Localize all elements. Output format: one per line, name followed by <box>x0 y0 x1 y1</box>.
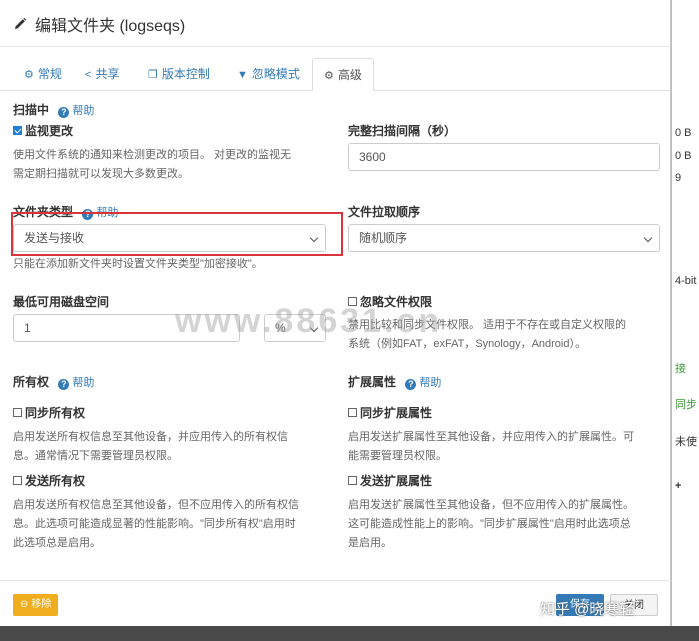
gear-icon: ⚙ <box>24 69 34 81</box>
bg-fragment: 未使 <box>675 436 697 448</box>
background-window: 0 B 0 B 9 4-bit 接 同步 未使 + <box>671 0 699 641</box>
send-ownership-label: 发送所有权 <box>25 474 86 488</box>
help-label: 帮助 <box>419 377 442 389</box>
help-link[interactable]: ? 帮助 <box>58 105 95 118</box>
tab-label: 忽略模式 <box>251 67 300 81</box>
ownership-label-text: 所有权 <box>13 375 50 389</box>
tab-versioning[interactable]: ❐ 版本控制 <box>137 58 221 90</box>
share-icon: < <box>85 69 92 81</box>
bottom-strip <box>0 626 699 641</box>
folder-type-note: 只能在添加新文件夹时设置文件夹类型"加密接收"。 <box>13 258 263 270</box>
remove-icon: ⊖ <box>20 599 29 610</box>
ownership-label: 所有权 ? 帮助 <box>13 373 94 390</box>
desc-line: 息。通常情况下需要管理员权限。 <box>13 450 178 462</box>
filter-icon: ▼ <box>237 69 248 81</box>
cogs-icon: ⚙ <box>324 70 334 82</box>
help-label: 帮助 <box>72 377 95 389</box>
checkbox-icon[interactable] <box>13 476 22 485</box>
watch-changes-description: 使用文件系统的通知来检测更改的项目。 对更改的监视无 需定期扫描就可以发现大多数… <box>13 146 291 184</box>
tab-general[interactable]: ⚙ 常规 <box>13 58 73 90</box>
pull-order-label: 文件拉取顺序 <box>348 205 421 219</box>
bg-fragment: 0 B <box>675 127 692 139</box>
send-ownership-description: 启用发送所有权信息至其他设备，但不应用传入的所有权信 息。此选项可能造成显著的性… <box>13 496 299 553</box>
send-xattrs-checkbox[interactable]: 发送扩展属性 <box>348 472 432 489</box>
bg-fragment: 接 <box>675 363 686 375</box>
attribution-watermark: 知乎 @晓寒轻 <box>540 601 635 618</box>
tab-label: 常规 <box>37 67 62 81</box>
desc-line: 是启用。 <box>348 537 392 549</box>
desc-line: 此选项总是启用。 <box>13 537 101 549</box>
bg-fragment: 同步 <box>675 399 697 411</box>
pencil-icon <box>15 17 27 29</box>
copy-icon: ❐ <box>148 69 158 81</box>
checkbox-icon[interactable] <box>348 476 357 485</box>
desc-line: 需定期扫描就可以发现大多数更改。 <box>13 168 189 180</box>
question-icon: ? <box>58 379 70 390</box>
bg-fragment: 9 <box>675 172 682 184</box>
watermark: www.88631.cn <box>175 302 443 340</box>
bg-fragment: 4-bit <box>675 275 697 287</box>
tab-label: 版本控制 <box>161 67 210 81</box>
min-disk-label: 最低可用磁盘空间 <box>13 295 110 309</box>
tab-label: 高级 <box>337 68 362 82</box>
bg-fragment: 0 B <box>675 150 692 162</box>
desc-line: 能需要管理员权限。 <box>348 450 447 462</box>
tab-bar: ⚙ 常规 < 共享 ❐ 版本控制 ▼ 忽略模式 ⚙ 高级 <box>0 58 671 91</box>
xattrs-label: 扩展属性 ? 帮助 <box>348 373 441 390</box>
checkbox-checked-icon[interactable] <box>13 126 22 135</box>
sync-ownership-label: 同步所有权 <box>25 406 86 420</box>
desc-line: 这可能造成性能上的影响。"同步扩展属性"启用时此选项总 <box>348 518 631 530</box>
sync-ownership-checkbox[interactable]: 同步所有权 <box>13 404 85 421</box>
remove-button[interactable]: ⊖ 移除 <box>13 594 59 616</box>
scanning-label-text: 扫描中 <box>13 103 50 117</box>
scanning-label: 扫描中 ? 帮助 <box>13 101 94 118</box>
tab-label: 共享 <box>95 67 120 81</box>
modal-title: 编辑文件夹 (logseqs) <box>13 12 185 36</box>
desc-line: 启用发送扩展属性至其他设备，但不应用传入的扩展属性。 <box>348 499 634 511</box>
tab-sharing[interactable]: < 共享 <box>74 58 130 90</box>
tab-ignore-patterns[interactable]: ▼ 忽略模式 <box>226 58 311 90</box>
modal-header: 编辑文件夹 (logseqs) <box>0 0 671 47</box>
checkbox-icon[interactable] <box>348 408 357 417</box>
tab-advanced[interactable]: ⚙ 高级 <box>312 58 374 91</box>
send-xattrs-label: 发送扩展属性 <box>360 474 433 488</box>
desc-line: 启用发送所有权信息至其他设备，但不应用传入的所有权信 <box>13 499 299 511</box>
watch-changes-label: 监视更改 <box>25 124 74 138</box>
pull-order-select[interactable]: 随机顺序 <box>348 224 660 252</box>
question-icon: ? <box>405 379 417 390</box>
help-link[interactable]: ? 帮助 <box>58 377 95 390</box>
desc-line: 使用文件系统的通知来检测更改的项目。 对更改的监视无 <box>13 149 292 161</box>
highlight-box <box>11 212 343 256</box>
sync-xattrs-description: 启用发送扩展属性至其他设备，并应用传入的扩展属性。可 能需要管理员权限。 <box>348 428 634 466</box>
desc-line: 启用发送所有权信息至其他设备，并应用传入的所有权信 <box>13 431 288 443</box>
watch-changes-checkbox[interactable]: 监视更改 <box>13 122 73 139</box>
send-xattrs-description: 启用发送扩展属性至其他设备，但不应用传入的扩展属性。 这可能造成性能上的影响。"… <box>348 496 634 553</box>
sync-ownership-description: 启用发送所有权信息至其他设备，并应用传入的所有权信 息。通常情况下需要管理员权限… <box>13 428 288 466</box>
desc-line: 启用发送扩展属性至其他设备，并应用传入的扩展属性。可 <box>348 431 634 443</box>
edit-folder-modal: 编辑文件夹 (logseqs) ⚙ 常规 < 共享 ❐ 版本控制 ▼ 忽略模式 ⚙ 高级 … <box>0 0 671 626</box>
modal-title-text: 编辑文件夹 (logseqs) <box>35 18 186 35</box>
help-link[interactable]: ? 帮助 <box>405 377 442 390</box>
xattrs-label-text: 扩展属性 <box>348 375 397 389</box>
bg-fragment: + <box>675 480 682 492</box>
full-rescan-interval-input[interactable]: 3600 <box>348 143 660 171</box>
question-icon: ? <box>58 107 70 118</box>
desc-line: 息。此选项可能造成显著的性能影响。"同步所有权"启用时 <box>13 518 296 530</box>
send-ownership-checkbox[interactable]: 发送所有权 <box>13 472 85 489</box>
full-rescan-label: 完整扫描间隔（秒） <box>348 124 457 138</box>
checkbox-icon[interactable] <box>13 408 22 417</box>
sync-xattrs-label: 同步扩展属性 <box>360 406 433 420</box>
help-label: 帮助 <box>72 105 95 117</box>
sync-xattrs-checkbox[interactable]: 同步扩展属性 <box>348 404 432 421</box>
remove-label: 移除 <box>31 599 52 610</box>
